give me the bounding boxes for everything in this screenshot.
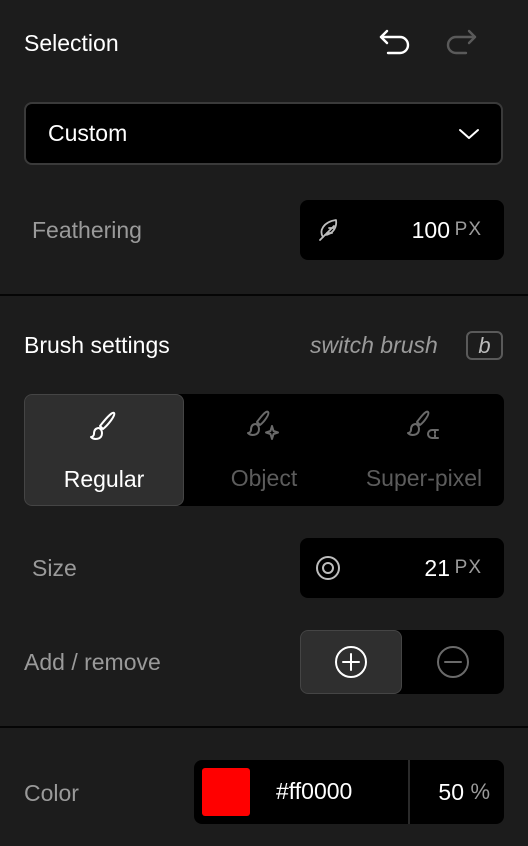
redo-button[interactable] (440, 22, 484, 62)
undo-icon (379, 29, 410, 55)
selection-mode-dropdown[interactable]: Custom (24, 102, 503, 165)
brush-type-segmented-control: Regular Object Super-pixel (24, 394, 504, 506)
color-hex-input[interactable]: #ff0000 (276, 778, 352, 805)
feathering-input[interactable]: 100 PX (300, 200, 504, 260)
chevron-down-icon (459, 129, 479, 139)
feathering-label: Feathering (32, 217, 142, 243)
section-divider (0, 726, 528, 728)
color-field: #ff0000 50 % (194, 760, 504, 824)
add-remove-label: Add / remove (24, 649, 161, 675)
undo-button[interactable] (372, 22, 416, 62)
brush-option-label: Super-pixel (365, 465, 483, 491)
selection-title: Selection (24, 30, 119, 56)
color-label: Color (24, 780, 79, 806)
brush-option-object[interactable]: Object (184, 394, 344, 506)
selection-mode-value: Custom (48, 120, 128, 146)
add-button[interactable] (300, 630, 402, 694)
opacity-input[interactable]: 50 (438, 779, 464, 806)
add-remove-toggle (300, 630, 504, 694)
plus-circle-icon (335, 646, 367, 678)
brush-sparkle-icon (247, 410, 279, 440)
switch-brush-hint: switch brush (310, 332, 438, 358)
redo-icon (446, 29, 477, 55)
paintbrush-icon (90, 411, 116, 440)
opacity-unit: % (470, 779, 490, 804)
brush-size-input[interactable]: 21 PX (300, 538, 504, 598)
brush-size-value: 21 (424, 554, 450, 581)
feathering-unit: PX (454, 219, 482, 240)
size-label: Size (32, 555, 77, 581)
field-separator (408, 760, 410, 824)
brush-option-label: Object (230, 465, 298, 491)
brush-settings-title: Brush settings (24, 332, 170, 358)
feathering-value: 100 (411, 216, 450, 243)
feather-icon (319, 219, 338, 241)
target-icon (316, 556, 340, 580)
brush-option-regular[interactable]: Regular (24, 394, 184, 506)
brush-magnet-icon (407, 410, 439, 439)
brush-option-label: Regular (63, 466, 145, 492)
color-swatch[interactable] (202, 768, 250, 816)
remove-button[interactable] (402, 630, 504, 694)
switch-brush-shortcut: b (466, 331, 503, 360)
brush-size-unit: PX (454, 557, 482, 578)
minus-circle-icon (437, 646, 469, 678)
section-divider (0, 294, 528, 296)
brush-option-super-pixel[interactable]: Super-pixel (344, 394, 504, 506)
